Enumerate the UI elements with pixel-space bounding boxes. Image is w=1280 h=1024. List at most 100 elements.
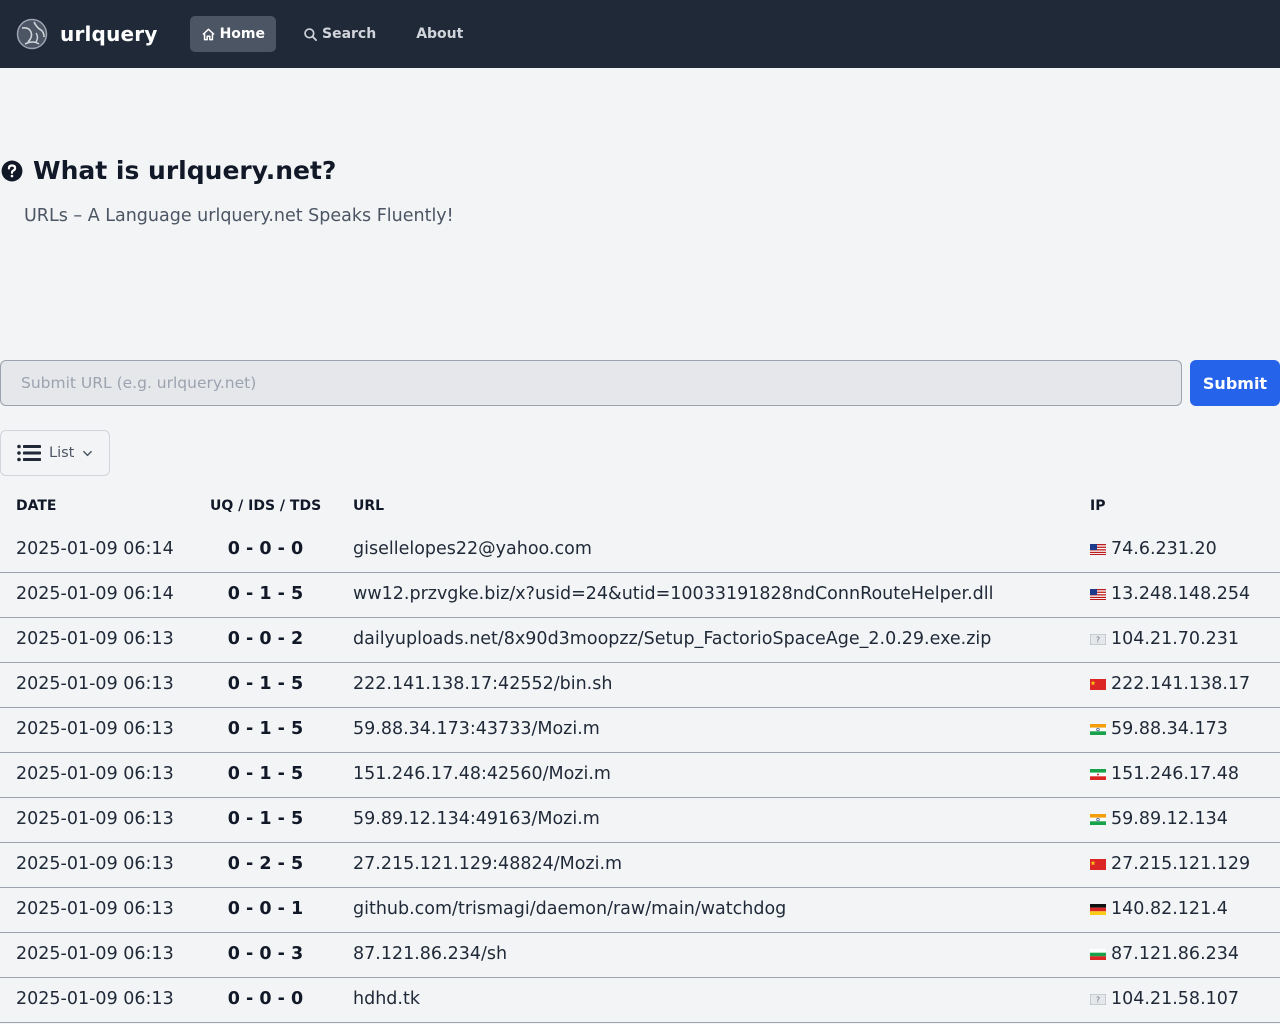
row-ip: 13.248.148.254	[1090, 584, 1250, 604]
row-date: 2025-01-09 06:13	[16, 989, 174, 1009]
row-date: 2025-01-09 06:13	[16, 854, 174, 874]
country-flag-icon	[1090, 768, 1106, 780]
row-ip: 59.88.34.173	[1090, 719, 1228, 739]
row-ip: 140.82.121.4	[1090, 899, 1228, 919]
row-date: 2025-01-09 06:13	[16, 764, 174, 784]
row-score: 0 - 0 - 2	[227, 629, 304, 649]
row-ip-address: 27.215.121.129	[1111, 854, 1251, 874]
row-url-link[interactable]: github.com/trismagi/daemon/raw/main/watc…	[353, 899, 786, 919]
row-ip-address: 59.89.12.134	[1111, 809, 1228, 829]
row-date: 2025-01-09 06:14	[16, 584, 174, 604]
table-row[interactable]: 2025-01-09 06:14 0 - 1 - 5 ww12.przvgke.bi…	[0, 573, 1280, 618]
row-url-link[interactable]: ww12.przvgke.biz/x?usid=24&utid=10033191…	[353, 584, 994, 604]
view-mode-label: List	[49, 445, 75, 461]
row-url-link[interactable]: 87.121.86.234/sh	[353, 944, 507, 964]
submit-url-input[interactable]	[0, 360, 1182, 406]
row-ip: ? 104.21.58.107	[1090, 989, 1239, 1009]
row-date: 2025-01-09 06:13	[16, 944, 174, 964]
page-subtitle: URLs – A Language urlquery.net Speaks Fl…	[24, 206, 454, 226]
row-ip: 87.121.86.234	[1090, 944, 1239, 964]
row-score: 0 - 0 - 0	[227, 539, 304, 559]
submit-button[interactable]: Submit	[1190, 360, 1280, 406]
navbar: urlquery Home Search About	[0, 0, 1280, 68]
nav-about[interactable]: About	[405, 16, 474, 52]
row-url-link[interactable]: 59.88.34.173:43733/Mozi.m	[353, 719, 600, 739]
column-header-date: DATE	[16, 498, 57, 514]
table-row[interactable]: 2025-01-09 06:13 0 - 1 - 5 151.246.17.48:4…	[0, 753, 1280, 798]
row-date: 2025-01-09 06:13	[16, 809, 174, 829]
row-date: 2025-01-09 06:13	[16, 899, 174, 919]
row-url-link[interactable]: hdhd.tk	[353, 989, 420, 1009]
row-url-link[interactable]: 27.215.121.129:48824/Mozi.m	[353, 854, 622, 874]
row-ip: 59.89.12.134	[1090, 809, 1228, 829]
table-row[interactable]: 2025-01-09 06:13 0 - 2 - 5 27.215.121.129:…	[0, 843, 1280, 888]
row-score: 0 - 2 - 5	[227, 854, 304, 874]
row-date: 2025-01-09 06:13	[16, 674, 174, 694]
column-header-score: UQ / IDS / TDS	[210, 498, 322, 514]
table-row[interactable]: 2025-01-09 06:13 0 - 0 - 1 github.com/tris…	[0, 888, 1280, 933]
nav-about-label: About	[416, 26, 464, 42]
brand-name: urlquery	[60, 22, 158, 46]
view-mode-dropdown[interactable]: List	[0, 430, 110, 476]
row-ip-address: 87.121.86.234	[1111, 944, 1240, 964]
row-ip: ? 104.21.70.231	[1090, 629, 1239, 649]
globe-logo-icon	[16, 18, 48, 50]
svg-text:?: ?	[1096, 635, 1100, 644]
country-flag-icon	[1090, 723, 1106, 735]
row-ip-address: 59.88.34.173	[1111, 719, 1228, 739]
table-row[interactable]: 2025-01-09 06:13 0 - 0 - 0 hdhd.tk? 104.21.…	[0, 978, 1280, 1023]
hero-heading: What is urlquery.net?	[0, 156, 336, 185]
table-row[interactable]: 2025-01-09 06:13 0 - 0 - 3 87.121.86.234/s…	[0, 933, 1280, 978]
row-ip: 27.215.121.129	[1090, 854, 1250, 874]
table-row[interactable]: 2025-01-09 06:13 0 - 1 - 5 59.89.12.134:49…	[0, 798, 1280, 843]
list-icon	[17, 444, 41, 462]
row-score: 0 - 1 - 5	[227, 764, 304, 784]
chevron-down-icon	[83, 450, 93, 456]
home-icon	[201, 28, 215, 40]
row-score: 0 - 0 - 3	[227, 944, 304, 964]
table-row[interactable]: 2025-01-09 06:14 0 - 0 - 0 gisellelopes22@…	[0, 528, 1280, 573]
row-url-link[interactable]: 151.246.17.48:42560/Mozi.m	[353, 764, 611, 784]
nav-search[interactable]: Search	[292, 16, 387, 52]
row-ip-address: 104.21.58.107	[1111, 989, 1240, 1009]
row-date: 2025-01-09 06:14	[16, 539, 174, 559]
country-flag-icon	[1090, 813, 1106, 825]
country-flag-icon	[1090, 903, 1106, 915]
svg-text:?: ?	[1096, 995, 1100, 1004]
row-ip: 74.6.231.20	[1090, 539, 1217, 559]
row-ip-address: 74.6.231.20	[1111, 539, 1217, 559]
row-url-link[interactable]: 59.89.12.134:49163/Mozi.m	[353, 809, 600, 829]
column-header-ip: IP	[1090, 498, 1106, 514]
country-flag-icon	[1090, 678, 1106, 690]
row-ip-address: 140.82.121.4	[1111, 899, 1228, 919]
row-url-link[interactable]: 222.141.138.17:42552/bin.sh	[353, 674, 612, 694]
column-header-url: URL	[353, 498, 385, 514]
row-score: 0 - 0 - 0	[227, 989, 304, 1009]
row-url-link[interactable]: gisellelopes22@yahoo.com	[353, 539, 592, 559]
row-url-link[interactable]: dailyuploads.net/8x90d3moopzz/Setup_Fact…	[353, 629, 991, 649]
nav-search-label: Search	[322, 26, 377, 42]
row-ip-address: 222.141.138.17	[1111, 674, 1251, 694]
table-row[interactable]: 2025-01-09 06:13 0 - 1 - 5 59.88.34.173:43…	[0, 708, 1280, 753]
country-flag-icon	[1090, 948, 1106, 960]
brand-link[interactable]: urlquery	[16, 18, 158, 50]
country-flag-icon: ?	[1090, 993, 1106, 1005]
main-nav: Home Search About	[189, 16, 493, 52]
nav-home[interactable]: Home	[189, 16, 276, 52]
row-date: 2025-01-09 06:13	[16, 719, 174, 739]
row-ip-address: 151.246.17.48	[1111, 764, 1240, 784]
row-score: 0 - 1 - 5	[227, 719, 304, 739]
nav-home-label: Home	[219, 26, 265, 42]
page-title: What is urlquery.net?	[33, 156, 337, 185]
country-flag-icon	[1090, 543, 1106, 555]
row-date: 2025-01-09 06:13	[16, 629, 174, 649]
question-circle-icon	[1, 160, 23, 181]
row-score: 0 - 1 - 5	[227, 809, 304, 829]
table-row[interactable]: 2025-01-09 06:13 0 - 0 - 2 dailyuploads.ne…	[0, 618, 1280, 663]
row-score: 0 - 0 - 1	[227, 899, 304, 919]
country-flag-icon	[1090, 858, 1106, 870]
table-row[interactable]: 2025-01-09 06:13 0 - 1 - 5 222.141.138.17:…	[0, 663, 1280, 708]
row-ip-address: 13.248.148.254	[1111, 584, 1251, 604]
country-flag-icon	[1090, 588, 1106, 600]
country-flag-icon: ?	[1090, 633, 1106, 645]
